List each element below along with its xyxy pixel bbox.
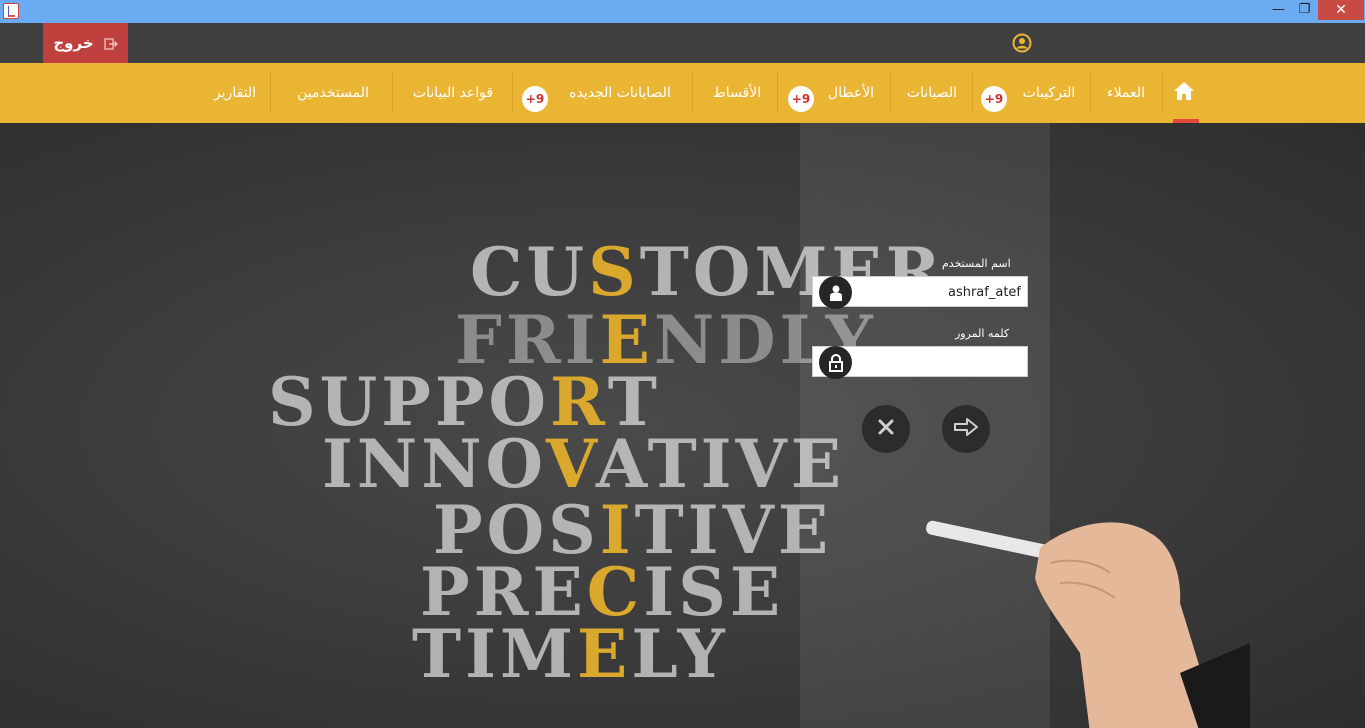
nav-faults[interactable]: الأعطال <box>818 63 884 123</box>
logout-label: خروج <box>53 34 94 52</box>
nav-separator <box>512 73 513 113</box>
nav-users[interactable]: المستخدمين <box>280 63 386 123</box>
nav-users-label: المستخدمين <box>297 85 369 101</box>
nav-customers[interactable]: العملاء <box>1093 63 1159 123</box>
nav-separator <box>692 73 693 113</box>
nav-maintenance-label: الصيانات <box>906 85 958 101</box>
login-button[interactable] <box>942 405 990 453</box>
nav-reports[interactable]: التقارير <box>204 63 266 123</box>
nav-separator <box>270 73 271 113</box>
arrow-right-icon <box>953 417 979 441</box>
nav-separator <box>392 73 393 113</box>
bg-word-timely: TIMELY <box>412 615 729 693</box>
username-field[interactable] <box>812 276 1028 309</box>
main-navbar: العملاء التركيبات +9 الصيانات الأعطال +9… <box>0 63 1365 123</box>
faults-badge[interactable]: +9 <box>788 86 814 112</box>
username-label: اسم المستخدم <box>942 257 1011 270</box>
nav-new-maintenance[interactable]: الصايانات الجديده <box>552 63 688 123</box>
nav-separator <box>972 73 973 113</box>
new-maintenance-badge[interactable]: +9 <box>522 86 548 112</box>
nav-separator <box>890 73 891 113</box>
nav-databases[interactable]: قواعد البيانات <box>398 63 508 123</box>
nav-reports-label: التقارير <box>213 85 257 101</box>
nav-faults-label: الأعطال <box>827 85 875 101</box>
password-field[interactable] <box>812 346 1028 379</box>
logout-button[interactable]: خروج <box>43 23 128 63</box>
nav-maintenance[interactable]: الصيانات <box>894 63 970 123</box>
nav-installations-label: التركيبات <box>1022 85 1076 101</box>
top-bar: خروج <box>0 23 1365 63</box>
java-app-icon <box>3 3 19 19</box>
password-input[interactable] <box>857 351 1021 373</box>
minimize-button[interactable]: — <box>1265 0 1292 20</box>
cancel-button[interactable] <box>862 405 910 453</box>
home-icon <box>1173 81 1195 105</box>
nav-databases-label: قواعد البيانات <box>412 85 494 101</box>
nav-new-maintenance-label: الصايانات الجديده <box>569 85 671 101</box>
nav-separator <box>777 73 778 113</box>
nav-separator <box>1090 73 1091 113</box>
maximize-button[interactable]: ❐ <box>1291 0 1318 20</box>
nav-installments[interactable]: الأقساط <box>700 63 774 123</box>
installations-badge[interactable]: +9 <box>981 86 1007 112</box>
background-image: CUSTOMER FRIENDLY SUPPORT INNOVATIVE POS… <box>0 123 1365 728</box>
user-icon <box>819 276 852 309</box>
password-label: كلمه المرور <box>955 327 1010 340</box>
hand-with-chalk-illustration <box>926 520 1250 728</box>
nav-home[interactable] <box>1165 63 1203 123</box>
nav-installations[interactable]: التركيبات <box>1010 63 1088 123</box>
window-titlebar: — ❐ ✕ <box>0 0 1365 23</box>
nav-installments-label: الأقساط <box>712 85 762 101</box>
logout-icon <box>104 36 118 50</box>
close-window-button[interactable]: ✕ <box>1318 0 1364 20</box>
nav-separator <box>1162 73 1163 113</box>
user-circle-icon[interactable] <box>1012 33 1032 53</box>
username-input[interactable] <box>857 281 1021 303</box>
lock-icon <box>819 346 852 379</box>
nav-customers-label: العملاء <box>1107 85 1145 101</box>
close-icon <box>877 418 895 440</box>
